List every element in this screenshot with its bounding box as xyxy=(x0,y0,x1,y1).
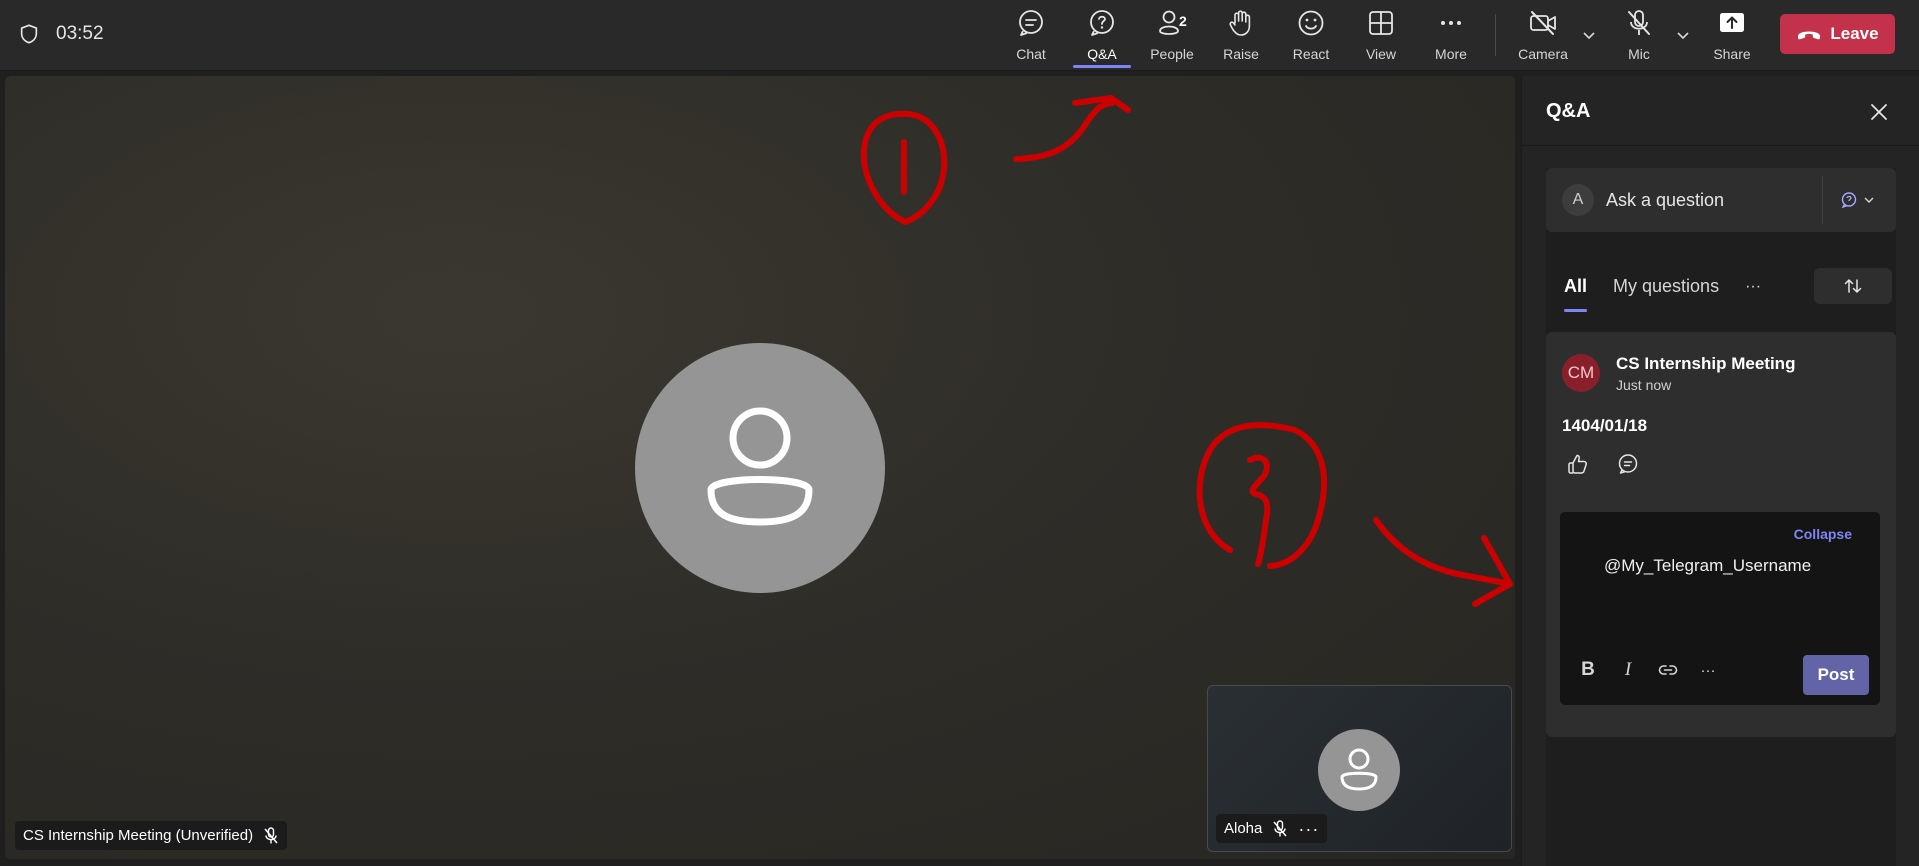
panel-divider xyxy=(1522,145,1919,146)
shield-icon[interactable] xyxy=(18,23,40,45)
question-type-dropdown[interactable] xyxy=(1840,188,1884,212)
question-author: CS Internship Meeting xyxy=(1616,354,1796,373)
more-label: More xyxy=(1435,46,1467,62)
italic-icon[interactable]: I xyxy=(1616,658,1640,682)
question-actions xyxy=(1566,452,1640,476)
format-more-button[interactable]: ··· xyxy=(1696,658,1720,682)
meeting-toolbar: 03:52 Chat Q&A People 2 Raise React View… xyxy=(0,0,1919,71)
raise-hand-icon xyxy=(1229,10,1251,36)
more-icon xyxy=(1441,21,1461,25)
meeting-timer: 03:52 xyxy=(56,23,104,44)
share-screen-icon xyxy=(1720,13,1744,32)
tab-my-questions[interactable]: My questions xyxy=(1613,276,1719,297)
ask-question-box[interactable]: A Ask a question xyxy=(1546,168,1896,232)
self-name-tag: Aloha ··· xyxy=(1216,814,1328,843)
participant-name: CS Internship Meeting (Unverified) xyxy=(23,827,254,844)
post-button[interactable]: Post xyxy=(1803,655,1869,695)
leave-label: Leave xyxy=(1830,24,1879,43)
question-card: CM CS Internship Meeting Just now 1404/0… xyxy=(1546,332,1896,737)
question-chat-icon xyxy=(1841,192,1857,209)
grid-view-icon xyxy=(1369,11,1393,35)
self-name: Aloha xyxy=(1224,820,1263,837)
qa-tabs: All My questions ··· xyxy=(1564,276,1761,312)
qa-button[interactable]: Q&A xyxy=(1071,8,1133,64)
author-avatar: CM xyxy=(1562,354,1600,392)
ask-divider xyxy=(1822,176,1823,224)
collapse-link[interactable]: Collapse xyxy=(1794,526,1852,542)
tabs-more-button[interactable]: ··· xyxy=(1745,278,1761,296)
mic-off-icon xyxy=(1628,10,1650,35)
link-icon[interactable] xyxy=(1656,658,1680,682)
raise-hand-button[interactable]: Raise xyxy=(1210,8,1272,64)
self-tile-more-button[interactable]: ··· xyxy=(1298,820,1319,838)
qa-panel: Q&A A Ask a question All My questions ··… xyxy=(1521,76,1919,866)
leave-button[interactable]: Leave xyxy=(1780,14,1895,54)
video-stage: CS Internship Meeting (Unverified) Aloha… xyxy=(5,76,1515,859)
format-toolbar: B I ··· xyxy=(1576,658,1720,682)
user-avatar: A xyxy=(1562,184,1594,216)
chat-label: Chat xyxy=(1016,46,1046,62)
toolbar-divider xyxy=(1495,14,1496,56)
reply-input[interactable]: @My_Telegram_Username xyxy=(1604,556,1811,576)
panel-title: Q&A xyxy=(1546,100,1591,122)
self-view-tile[interactable]: Aloha ··· xyxy=(1207,685,1512,852)
qa-icon xyxy=(1090,10,1114,36)
view-button[interactable]: View xyxy=(1350,8,1412,64)
close-icon[interactable] xyxy=(1867,100,1891,124)
muted-mic-icon xyxy=(1273,819,1287,836)
sort-button[interactable] xyxy=(1814,268,1892,304)
self-avatar xyxy=(1318,729,1400,811)
share-label: Share xyxy=(1713,46,1751,62)
chat-icon xyxy=(1019,10,1043,36)
more-button[interactable]: More xyxy=(1420,8,1482,64)
share-button[interactable]: Share xyxy=(1701,8,1763,64)
raise-label: Raise xyxy=(1223,46,1259,62)
chevron-down-icon xyxy=(1864,197,1874,203)
question-body: 1404/01/18 xyxy=(1562,416,1648,435)
smiley-icon xyxy=(1298,10,1324,36)
camera-label: Camera xyxy=(1518,46,1568,62)
people-count-badge: 2 xyxy=(1179,13,1187,29)
question-timestamp: Just now xyxy=(1616,377,1672,393)
reply-icon[interactable] xyxy=(1616,452,1640,476)
like-icon[interactable] xyxy=(1566,452,1590,476)
bold-icon[interactable]: B xyxy=(1576,658,1600,682)
participant-name-tag: CS Internship Meeting (Unverified) xyxy=(15,821,288,850)
qa-label: Q&A xyxy=(1087,46,1117,62)
hang-up-icon xyxy=(1798,31,1821,40)
camera-options-chevron-icon[interactable] xyxy=(1580,26,1598,44)
person-icon xyxy=(1340,748,1378,791)
person-icon xyxy=(707,407,813,526)
camera-off-icon xyxy=(1530,11,1556,35)
react-button[interactable]: React xyxy=(1280,8,1342,64)
camera-button[interactable]: Camera xyxy=(1512,8,1574,64)
view-label: View xyxy=(1365,46,1397,62)
chat-button[interactable]: Chat xyxy=(1000,8,1062,64)
react-label: React xyxy=(1292,46,1330,62)
muted-mic-icon xyxy=(264,826,278,843)
people-button[interactable]: People xyxy=(1141,8,1203,64)
mic-options-chevron-icon[interactable] xyxy=(1674,26,1692,44)
participant-avatar xyxy=(635,343,885,593)
active-tab-indicator xyxy=(1073,65,1131,68)
mic-button[interactable]: Mic xyxy=(1608,8,1670,64)
ask-question-input[interactable]: Ask a question xyxy=(1606,190,1724,211)
people-label: People xyxy=(1150,46,1194,62)
mic-label: Mic xyxy=(1628,46,1650,62)
sort-arrows-icon xyxy=(1844,279,1862,293)
reply-composer: Collapse @My_Telegram_Username B I ··· P… xyxy=(1560,512,1880,705)
tab-all[interactable]: All xyxy=(1564,276,1588,312)
qa-content: A Ask a question All My questions ··· CM… xyxy=(1546,168,1896,866)
